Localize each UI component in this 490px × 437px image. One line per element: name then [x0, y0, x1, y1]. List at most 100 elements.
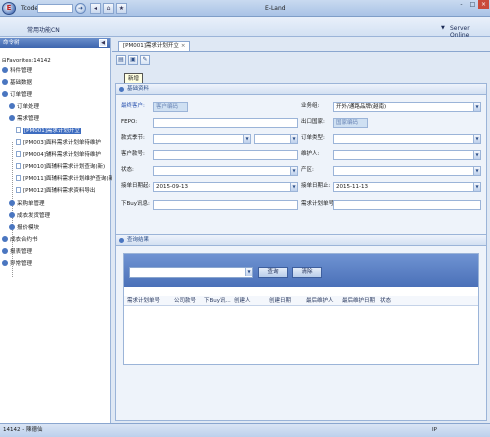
home-icon[interactable]: ⌂: [103, 3, 114, 14]
chevron-down-icon[interactable]: ▼: [473, 183, 480, 191]
chevron-down-icon[interactable]: ▼: [290, 183, 297, 191]
export-country-field[interactable]: 国家编码: [333, 118, 368, 128]
chevron-down-icon[interactable]: ▼: [290, 135, 297, 143]
tree-item[interactable]: 异常管理: [2, 260, 32, 269]
order-date-from-picker[interactable]: 2015-09-13 ▼: [153, 182, 298, 192]
close-button[interactable]: ×: [478, 0, 489, 9]
panel-icon: [119, 238, 124, 243]
business-group-select[interactable]: 开外/通路品牌(越南) ▼: [333, 102, 481, 112]
season-label: 款式季节:: [121, 135, 145, 141]
status-label: 状态:: [121, 167, 134, 173]
panel-title: 查询结果: [127, 237, 150, 243]
req-plan-no-label: 需求计划单号:: [301, 201, 336, 207]
tree-item[interactable]: 报价模块: [9, 224, 39, 233]
sidebar-header: 命令树 ◀: [0, 38, 110, 48]
minimize-button[interactable]: -: [456, 0, 467, 9]
req-plan-no-input[interactable]: [333, 200, 481, 210]
module-icon: [9, 212, 15, 218]
customer-style-input[interactable]: [153, 150, 298, 160]
maintainer-select[interactable]: ▼: [333, 150, 481, 160]
tree-item[interactable]: [PM012]面辅料需求资料导出: [16, 187, 95, 196]
tree-item[interactable]: 成衣合约书: [2, 236, 38, 245]
document-icon: [16, 175, 21, 181]
buy-info-input[interactable]: [153, 200, 298, 210]
document-icon: [16, 151, 21, 157]
module-icon: [9, 103, 15, 109]
panel-header: 基础资料: [116, 84, 486, 95]
column-header[interactable]: 最后维护日期: [342, 296, 375, 306]
tree-item[interactable]: [PM010]面辅料需求计划查询(新): [16, 163, 105, 172]
chevron-down-icon[interactable]: ▼: [245, 268, 252, 276]
column-header[interactable]: 需求计划单号: [127, 296, 160, 306]
module-icon: [2, 248, 8, 254]
chevron-down-icon[interactable]: ▼: [473, 103, 480, 111]
tree-item[interactable]: [PM003]面料需求计划单待维护: [16, 139, 101, 148]
app-logo: E: [2, 2, 16, 15]
customer-field[interactable]: 客户编码: [153, 102, 188, 112]
command-tree-sidebar: 命令树 ◀ ⊟Favorites:14142 科件管理 基础数据 订单管理 订单…: [0, 38, 116, 423]
tree-item[interactable]: [PM004]辅料需求计划单待维护: [16, 151, 101, 160]
season-select[interactable]: ▼: [153, 134, 251, 144]
favorite-icon[interactable]: ★: [116, 3, 127, 14]
export-country-label: 出口国家:: [301, 119, 325, 125]
business-group-label: 业务组:: [301, 103, 320, 109]
origin-label: 产区:: [301, 167, 314, 173]
chevron-down-icon[interactable]: ▼: [473, 167, 480, 175]
save-icon[interactable]: ▣: [128, 55, 138, 65]
tree-item-favorites[interactable]: ⊟Favorites:14142: [2, 57, 51, 66]
server-status: Server Online: [450, 25, 470, 39]
chevron-down-icon[interactable]: ▼: [243, 135, 250, 143]
column-header[interactable]: 状态: [380, 296, 391, 306]
column-header[interactable]: 公司款号: [174, 296, 196, 306]
tree-item[interactable]: 采购单管理: [9, 200, 45, 209]
common-functions-menu[interactable]: 常用功能CN: [27, 25, 60, 34]
panel-header: 查询结果: [116, 235, 486, 246]
main-content: [PM001]需求计划开立 × ▤ ▣ ✎ 新增 基础资料 最终客户: 客户编码 …: [112, 38, 490, 423]
tree-item[interactable]: 订单处理: [9, 103, 39, 112]
tree-item[interactable]: 科件管理: [2, 67, 32, 76]
origin-select[interactable]: ▼: [333, 166, 481, 176]
close-icon[interactable]: ×: [181, 43, 186, 49]
module-icon: [2, 91, 8, 97]
document-icon: [16, 139, 21, 145]
back-icon[interactable]: ◂: [90, 3, 101, 14]
column-header[interactable]: 下Buy讯...: [204, 296, 231, 306]
tree-item[interactable]: 报表管理: [2, 248, 32, 257]
new-document-icon[interactable]: ▤: [116, 55, 126, 65]
tree-item[interactable]: 成衣发货管理: [9, 212, 50, 221]
tree-item[interactable]: [PM011]面辅料需求计划维护查询(新): [16, 175, 116, 184]
maximize-button[interactable]: □: [467, 0, 478, 9]
document-icon: [16, 187, 21, 193]
season-year-select[interactable]: ▼: [254, 134, 298, 144]
edit-icon[interactable]: ✎: [140, 55, 150, 65]
customer-label: 最终客户:: [121, 103, 145, 109]
module-icon: [9, 200, 15, 206]
tree-item[interactable]: 需求管理: [9, 115, 39, 124]
menu-bar: [0, 17, 490, 37]
collapse-icon[interactable]: ◀: [99, 39, 107, 47]
module-icon: [2, 79, 8, 85]
status-select[interactable]: ▼: [153, 166, 298, 176]
tab-pm001[interactable]: [PM001]需求计划开立 ×: [118, 41, 191, 51]
order-type-select[interactable]: ▼: [333, 134, 481, 144]
tree-item-pm001[interactable]: [PM001]需求计划开立: [16, 127, 81, 136]
column-header[interactable]: 最后维护人: [306, 296, 334, 306]
column-header[interactable]: 创建日期: [269, 296, 291, 306]
module-icon: [2, 236, 8, 242]
chevron-down-icon[interactable]: ▼: [473, 151, 480, 159]
query-button[interactable]: 查询: [258, 267, 288, 278]
tcode-input[interactable]: [37, 4, 73, 13]
fepo-input[interactable]: [153, 118, 298, 128]
column-header[interactable]: 创建人: [234, 296, 251, 306]
tree-item[interactable]: 基础数据: [2, 79, 32, 88]
chevron-down-icon[interactable]: ▼: [473, 135, 480, 143]
search-toolbar: ▼ 查询 清除: [124, 254, 478, 287]
maintainer-label: 维护人:: [301, 151, 320, 157]
chevron-down-icon[interactable]: ▼: [290, 167, 297, 175]
status-ip-address: IP Address:10.17.215.41: [432, 427, 437, 433]
arrow-right-icon[interactable]: ➜: [75, 3, 86, 14]
order-date-to-picker[interactable]: 2015-11-13 ▼: [333, 182, 481, 192]
tree-item[interactable]: 订单管理: [2, 91, 32, 100]
result-filter-select[interactable]: ▼: [129, 267, 253, 278]
clear-button[interactable]: 清除: [292, 267, 322, 278]
